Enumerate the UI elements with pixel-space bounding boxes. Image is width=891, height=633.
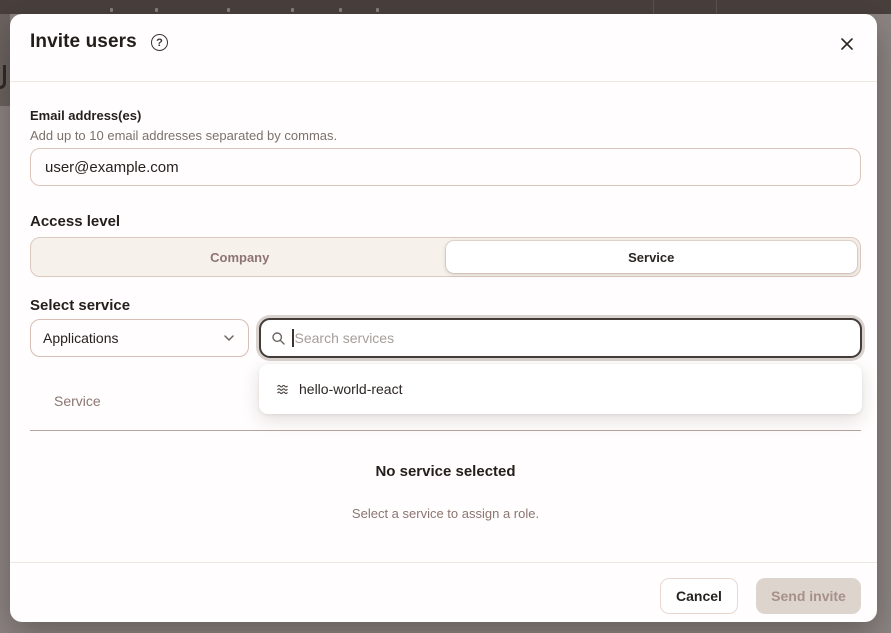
send-invite-button[interactable]: Send invite [756, 578, 861, 614]
invite-users-modal: Invite users ? Email address(es) Add up … [10, 14, 877, 622]
topbar-text-fragment [376, 8, 379, 12]
screen: Invite users ? Email address(es) Add up … [0, 0, 891, 633]
topbar-separator [653, 0, 654, 14]
chevron-down-icon [222, 331, 236, 345]
select-service-label: Select service [30, 297, 130, 314]
topbar-text-fragment [291, 8, 294, 12]
modal-title: Invite users [30, 31, 137, 53]
topbar-separator [716, 0, 717, 14]
service-search-input[interactable] [295, 330, 851, 346]
access-level-option-service[interactable]: Service [446, 241, 858, 273]
background-logo-fragment [0, 65, 6, 89]
background-page-edge [0, 14, 10, 106]
header-divider [10, 81, 877, 82]
topbar-text-fragment [339, 8, 342, 12]
empty-state-subtitle: Select a service to assign a role. [10, 506, 881, 521]
access-level-label: Access level [30, 213, 120, 230]
service-table-divider [30, 430, 861, 431]
service-search-field[interactable] [259, 318, 862, 358]
service-table-header: Service [54, 393, 101, 409]
topbar-text-fragment [155, 8, 158, 12]
service-category-dropdown[interactable]: Applications [30, 319, 249, 357]
modal-header: Invite users ? [10, 14, 877, 81]
search-icon [271, 331, 286, 346]
topbar-text-fragment [110, 8, 113, 12]
email-input[interactable] [30, 148, 861, 186]
stack-icon [275, 382, 290, 397]
background-page-topbar [0, 0, 891, 14]
email-label: Email address(es) [30, 108, 141, 123]
access-level-segmented-control: Company Service [30, 237, 861, 277]
email-helper-text: Add up to 10 email addresses separated b… [30, 128, 337, 143]
access-level-option-company[interactable]: Company [34, 241, 446, 273]
footer-divider [10, 562, 877, 563]
search-result-hello-world-react[interactable]: hello-world-react [275, 364, 846, 414]
search-results-panel: hello-world-react [259, 364, 862, 414]
text-caret [292, 329, 294, 347]
service-category-value: Applications [43, 330, 119, 346]
cancel-button[interactable]: Cancel [660, 578, 738, 614]
help-icon[interactable]: ? [151, 34, 168, 51]
empty-state-title: No service selected [10, 463, 881, 480]
topbar-text-fragment [227, 8, 230, 12]
search-result-label: hello-world-react [299, 381, 402, 397]
close-icon[interactable] [837, 34, 857, 54]
